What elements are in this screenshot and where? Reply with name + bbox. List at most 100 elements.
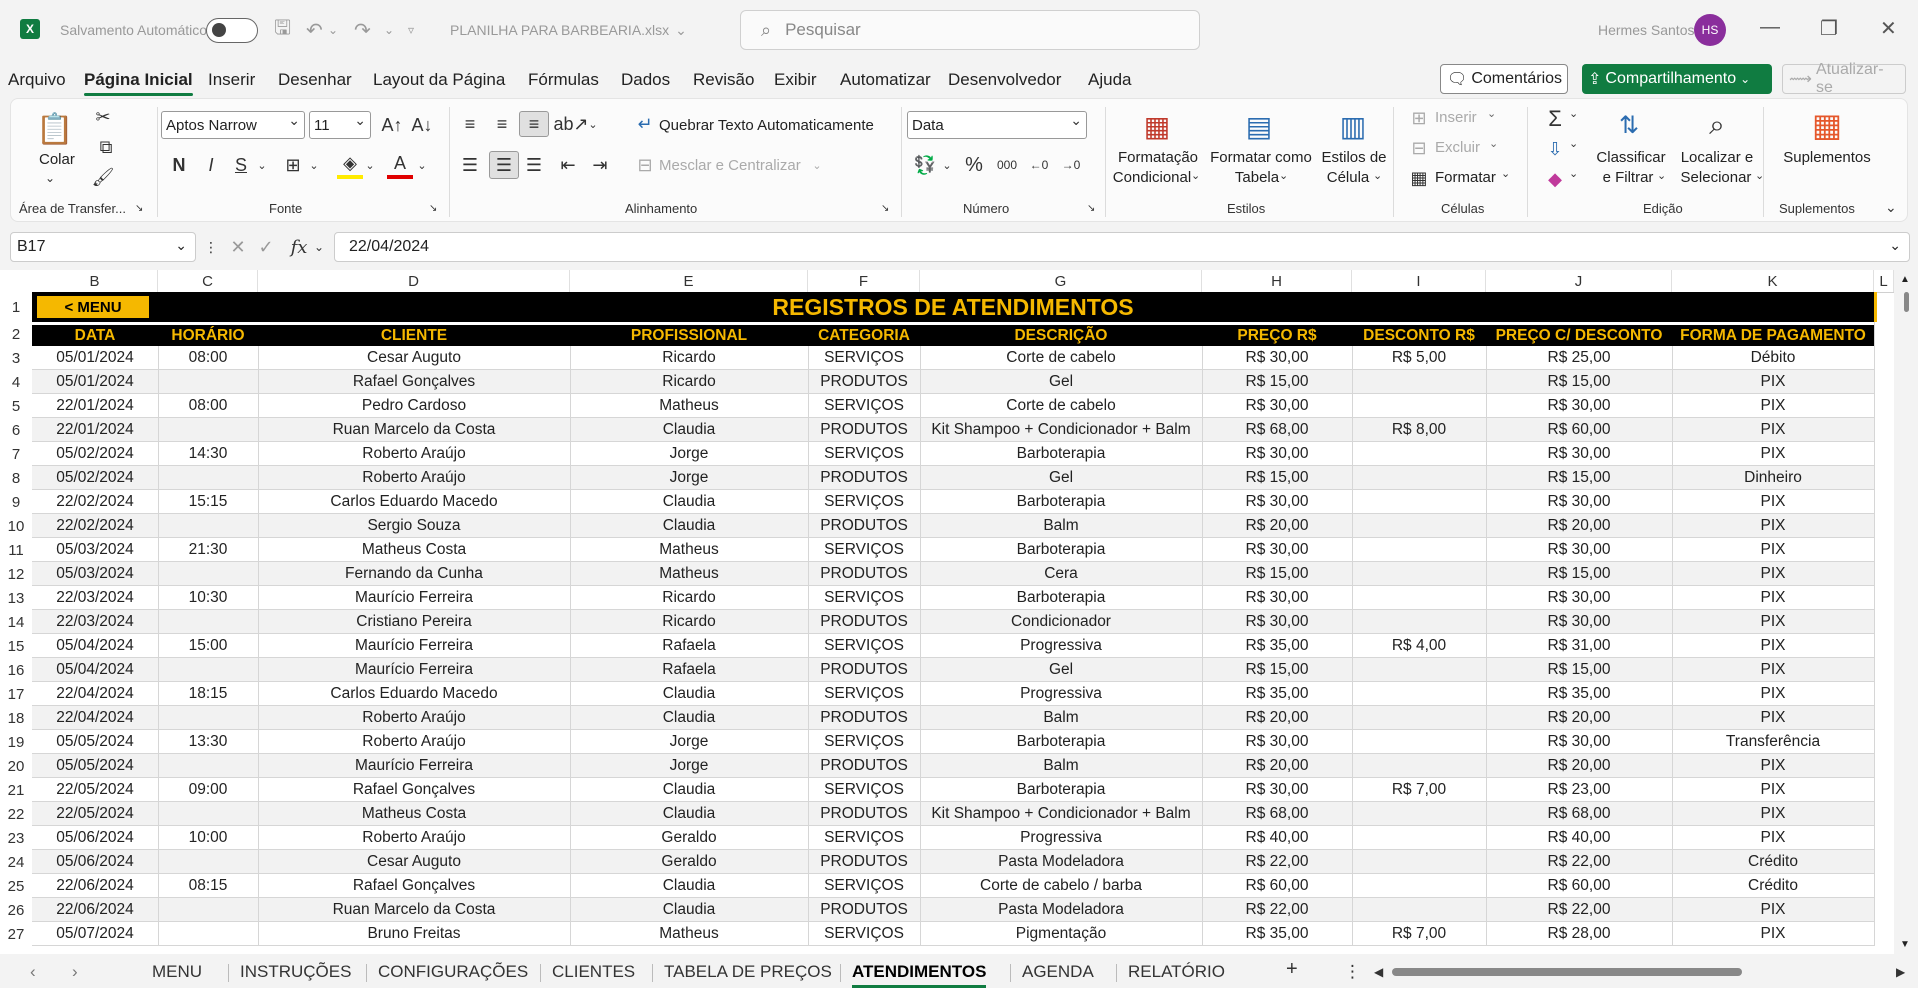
worksheet-grid[interactable]: B C D E F G H I J K L 1 REGISTROS DE ATENDIMENTOS < M…	[0, 270, 1918, 954]
table-cell[interactable]	[158, 418, 258, 442]
fill-color-icon[interactable]: ◈	[337, 151, 363, 179]
table-cell[interactable]: Cera	[920, 562, 1202, 586]
table-cell[interactable]: R$ 5,00	[1352, 346, 1486, 370]
row-header[interactable]: 12	[0, 562, 32, 586]
sheet-tab-7[interactable]: RELATÓRIO	[1128, 962, 1225, 982]
table-cell[interactable]: Matheus	[570, 922, 808, 946]
bold-button[interactable]: N	[167, 151, 191, 179]
table-cell[interactable]: PRODUTOS	[808, 418, 920, 442]
table-cell[interactable]: R$ 28,00	[1486, 922, 1672, 946]
table-cell[interactable]: 10:30	[158, 586, 258, 610]
table-cell[interactable]: Ricardo	[570, 370, 808, 394]
menu-nav-button[interactable]: < MENU	[36, 295, 150, 319]
search-box[interactable]: ⌕ Pesquisar	[740, 10, 1200, 50]
table-cell[interactable]	[158, 850, 258, 874]
chevron-down-icon[interactable]: ⌄	[1501, 167, 1510, 180]
table-cell[interactable]: R$ 30,00	[1202, 346, 1352, 370]
format-as-table-icon[interactable]: ▤	[1239, 107, 1279, 145]
table-cell[interactable]: Progressiva	[920, 634, 1202, 658]
select-all-corner[interactable]	[0, 270, 32, 292]
table-cell[interactable]: PRODUTOS	[808, 658, 920, 682]
table-cell[interactable]: Cristiano Pereira	[258, 610, 570, 634]
sheet-tab-2[interactable]: CONFIGURAÇÕES	[378, 962, 528, 982]
cell-styles-icon[interactable]: ▥	[1333, 107, 1373, 145]
table-cell[interactable]	[1352, 610, 1486, 634]
chevron-down-icon[interactable]: ⌄	[587, 111, 599, 137]
table-cell[interactable]: Progressiva	[920, 682, 1202, 706]
table-cell[interactable]: R$ 15,00	[1202, 562, 1352, 586]
table-cell[interactable]: R$ 35,00	[1486, 682, 1672, 706]
table-cell[interactable]: SERVIÇOS	[808, 682, 920, 706]
find-select-label-2[interactable]: Selecionar	[1675, 169, 1757, 186]
table-cell[interactable]: Rafael Gonçalves	[258, 370, 570, 394]
chevron-down-icon[interactable]: ⌄	[1489, 137, 1498, 150]
table-cell[interactable]: R$ 30,00	[1486, 442, 1672, 466]
table-cell[interactable]: 22/06/2024	[32, 874, 158, 898]
font-family-dropdown[interactable]: Aptos Narrow	[161, 111, 305, 139]
table-cell[interactable]: PIX	[1672, 778, 1874, 802]
table-cell[interactable]: SERVIÇOS	[808, 922, 920, 946]
table-cell[interactable]: Maurício Ferreira	[258, 754, 570, 778]
table-cell[interactable]: Ricardo	[570, 346, 808, 370]
table-cell[interactable]: Claudia	[570, 778, 808, 802]
scroll-left-icon[interactable]: ◀	[1374, 965, 1383, 979]
table-cell[interactable]: PIX	[1672, 706, 1874, 730]
row-header[interactable]: 23	[0, 826, 32, 850]
table-cell[interactable]: PIX	[1672, 610, 1874, 634]
table-cell[interactable]: R$ 22,00	[1202, 898, 1352, 922]
table-cell[interactable]: 05/07/2024	[32, 922, 158, 946]
table-cell[interactable]: Bruno Freitas	[258, 922, 570, 946]
sort-filter-label-1[interactable]: Classificar	[1591, 149, 1671, 166]
table-cell[interactable]: Jorge	[570, 754, 808, 778]
undo-dropdown-icon[interactable]: ⌄	[328, 0, 338, 60]
table-cell[interactable]: R$ 23,00	[1486, 778, 1672, 802]
menu-item-0[interactable]: Arquivo	[8, 70, 66, 90]
sheet-tab-6[interactable]: AGENDA	[1022, 962, 1094, 982]
decrease-font-icon[interactable]: A↓	[409, 111, 435, 139]
format-painter-icon[interactable]: 🖌	[91, 165, 115, 189]
borders-icon[interactable]: ⊞	[279, 151, 307, 179]
table-cell[interactable]: Pasta Modeladora	[920, 850, 1202, 874]
menu-item-2[interactable]: Inserir	[208, 70, 255, 90]
table-cell[interactable]: Geraldo	[570, 826, 808, 850]
table-cell[interactable]: 13:30	[158, 730, 258, 754]
table-cell[interactable]: PRODUTOS	[808, 898, 920, 922]
table-cell[interactable]: Rafaela	[570, 658, 808, 682]
table-cell[interactable]: SERVIÇOS	[808, 586, 920, 610]
align-middle-icon[interactable]: ≡	[489, 111, 515, 137]
table-cell[interactable]	[158, 466, 258, 490]
table-cell[interactable]: Rafael Gonçalves	[258, 874, 570, 898]
table-cell[interactable]: SERVIÇOS	[808, 442, 920, 466]
paste-label[interactable]: Colar	[39, 151, 75, 168]
table-cell[interactable]: Kit Shampoo + Condicionador + Balm	[920, 418, 1202, 442]
table-cell[interactable]: R$ 68,00	[1202, 802, 1352, 826]
column-header[interactable]: C	[158, 270, 258, 292]
table-cell[interactable]	[1352, 898, 1486, 922]
table-cell[interactable]	[1352, 562, 1486, 586]
table-cell[interactable]: Crédito	[1672, 874, 1874, 898]
addins-button[interactable]: Suplementos	[1775, 149, 1879, 166]
table-cell[interactable]: PIX	[1672, 514, 1874, 538]
table-cell[interactable]: 15:15	[158, 490, 258, 514]
table-cell[interactable]: Corte de cabelo	[920, 394, 1202, 418]
row-header[interactable]: 25	[0, 874, 32, 898]
table-cell[interactable]: 05/06/2024	[32, 850, 158, 874]
table-cell[interactable]: Balm	[920, 706, 1202, 730]
table-cell[interactable]: R$ 7,00	[1352, 778, 1486, 802]
table-cell[interactable]	[1352, 442, 1486, 466]
table-cell[interactable]: 22/04/2024	[32, 706, 158, 730]
table-cell[interactable]: Claudia	[570, 874, 808, 898]
row-header[interactable]: 9	[0, 490, 32, 514]
table-cell[interactable]: 05/01/2024	[32, 370, 158, 394]
table-cell[interactable]: Balm	[920, 754, 1202, 778]
table-cell[interactable]: 05/04/2024	[32, 634, 158, 658]
column-header[interactable]: G	[920, 270, 1202, 292]
font-color-icon[interactable]: A	[387, 151, 413, 179]
chevron-down-icon[interactable]: ⌄	[312, 232, 326, 262]
table-cell[interactable]: R$ 30,00	[1486, 610, 1672, 634]
table-cell[interactable]: R$ 60,00	[1202, 874, 1352, 898]
sheet-tab-1[interactable]: INSTRUÇÕES	[240, 962, 351, 982]
copy-icon[interactable]: ⧉	[91, 135, 121, 159]
prev-sheet-icon[interactable]: ‹	[30, 962, 36, 982]
table-cell[interactable]: R$ 30,00	[1202, 778, 1352, 802]
